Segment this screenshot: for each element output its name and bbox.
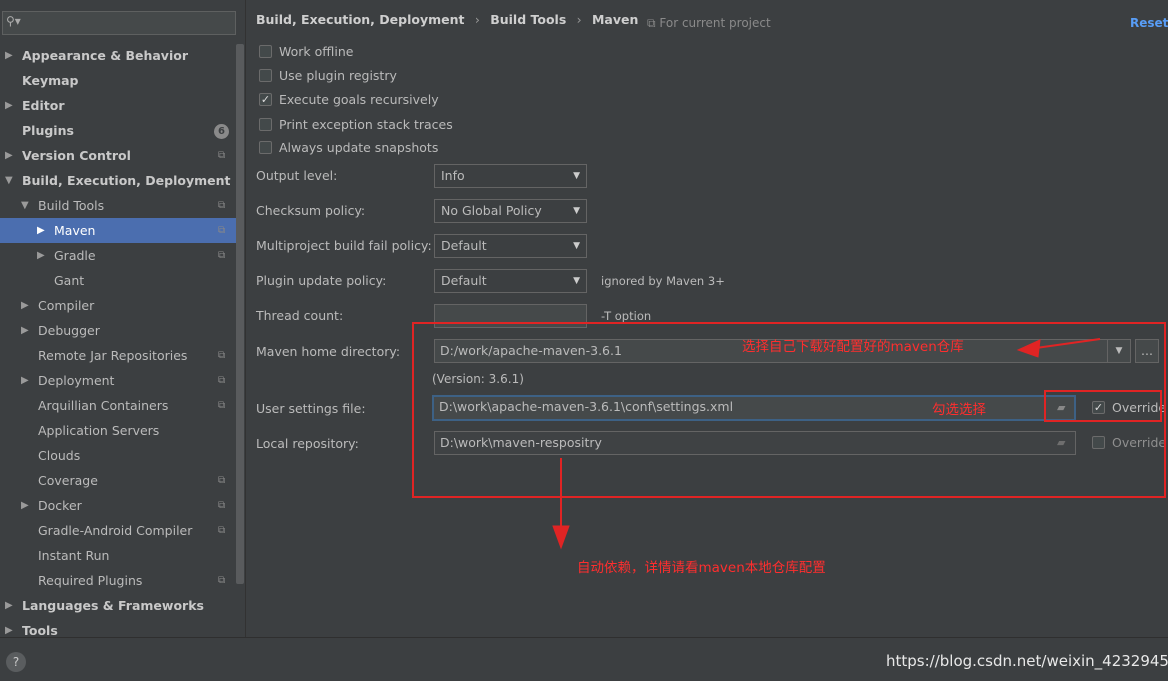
annotation-arrows: [552, 338, 1101, 550]
help-button[interactable]: ?: [6, 652, 26, 672]
arrow-head: [1016, 339, 1041, 358]
dialog-footer: ? https://blog.csdn.net/weixin_42329450: [0, 637, 1168, 681]
watermark-text: https://blog.csdn.net/weixin_42329450: [886, 652, 1168, 670]
arrow-head: [552, 525, 570, 550]
arrow-line: [1035, 338, 1101, 349]
